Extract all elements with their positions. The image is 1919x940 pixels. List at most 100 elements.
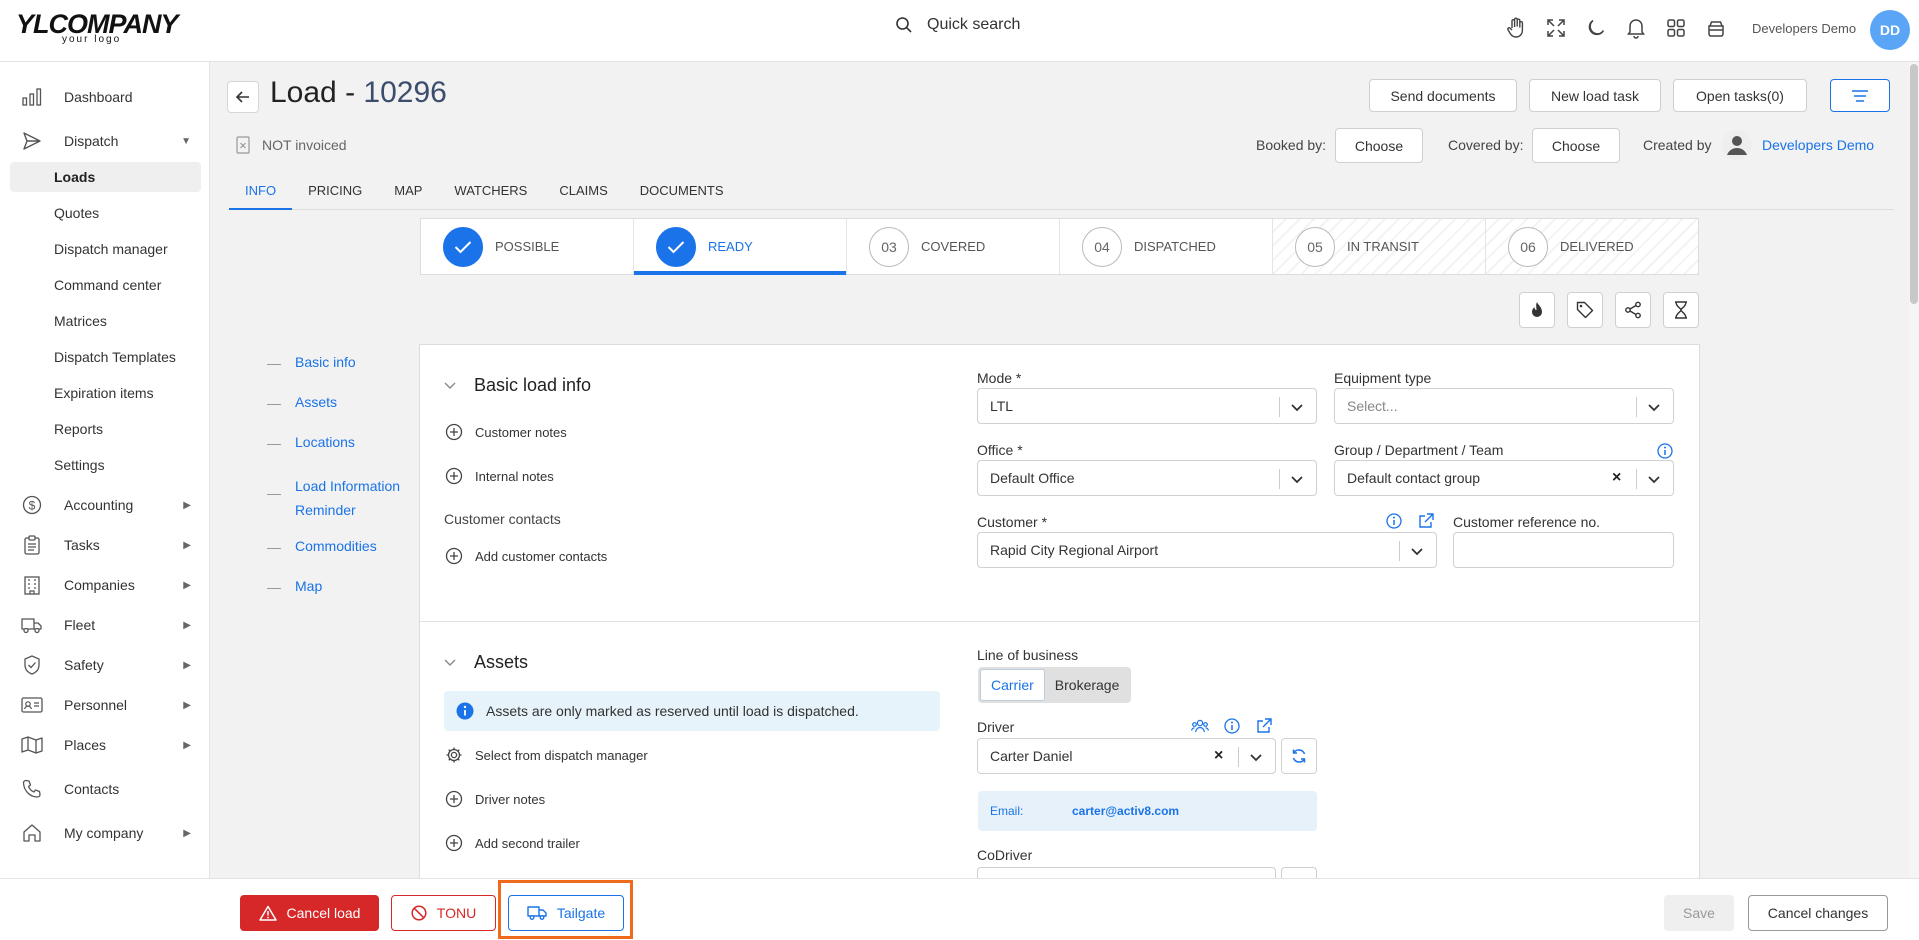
- history-button[interactable]: [1663, 292, 1699, 328]
- sidebar-item-contacts[interactable]: Contacts: [10, 774, 201, 804]
- lob-carrier-option[interactable]: Carrier: [980, 669, 1045, 701]
- info-icon[interactable]: [1384, 511, 1404, 531]
- tab-map[interactable]: MAP: [378, 180, 438, 210]
- booked-by-choose-button[interactable]: Choose: [1335, 128, 1423, 163]
- sidebar-sub-dispatch-templates[interactable]: Dispatch Templates: [10, 342, 201, 372]
- send-documents-button[interactable]: Send documents: [1369, 79, 1517, 112]
- add-internal-notes-button[interactable]: Internal notes: [445, 467, 554, 485]
- equipment-type-select[interactable]: Select...: [1334, 388, 1674, 424]
- customer-select[interactable]: Rapid City Regional Airport: [977, 532, 1437, 568]
- anchor-locations[interactable]: Locations: [267, 434, 355, 450]
- sidebar-sub-loads[interactable]: Loads: [10, 162, 201, 192]
- sidebar-item-my-company[interactable]: My company ▶: [10, 818, 201, 848]
- group-select[interactable]: Default contact group ×: [1334, 460, 1674, 496]
- driver-select[interactable]: Carter Daniel ×: [977, 738, 1276, 774]
- select-from-dispatch-manager-button[interactable]: Select from dispatch manager: [445, 746, 648, 764]
- info-icon[interactable]: [1655, 441, 1675, 461]
- step-dispatched[interactable]: 04 DISPATCHED: [1060, 219, 1273, 274]
- external-link-icon[interactable]: [1416, 511, 1436, 531]
- anchor-basic-info[interactable]: Basic info: [267, 354, 356, 370]
- link-label: Driver notes: [475, 791, 546, 807]
- sidebar-sub-matrices[interactable]: Matrices: [10, 306, 201, 336]
- open-tasks-button[interactable]: Open tasks(0): [1673, 79, 1807, 112]
- sidebar-item-tasks[interactable]: Tasks ▶: [10, 530, 201, 560]
- tag-button[interactable]: [1567, 292, 1603, 328]
- created-by-name[interactable]: Developers Demo: [1762, 137, 1874, 153]
- scrollbar-thumb[interactable]: [1910, 64, 1918, 304]
- customer-reference-input[interactable]: [1453, 532, 1674, 568]
- anchor-commodities[interactable]: Commodities: [267, 538, 377, 554]
- cancel-changes-button[interactable]: Cancel changes: [1748, 895, 1888, 931]
- fullscreen-icon[interactable]: [1545, 16, 1567, 40]
- cancel-load-button[interactable]: Cancel load: [240, 895, 379, 931]
- covered-by-choose-button[interactable]: Choose: [1532, 128, 1620, 163]
- add-customer-notes-button[interactable]: Customer notes: [445, 423, 567, 441]
- users-group-icon[interactable]: [1190, 716, 1210, 736]
- header-user-name[interactable]: Developers Demo: [1752, 21, 1856, 36]
- codriver-select[interactable]: [977, 867, 1276, 878]
- email-value[interactable]: carter@activ8.com: [1072, 804, 1179, 818]
- sidebar-item-safety[interactable]: Safety ▶: [10, 650, 201, 680]
- tab-info[interactable]: INFO: [229, 180, 293, 210]
- external-link-icon[interactable]: [1254, 716, 1274, 736]
- save-button[interactable]: Save: [1664, 895, 1734, 931]
- refresh-driver-button[interactable]: [1281, 738, 1317, 774]
- lob-brokerage-option[interactable]: Brokerage: [1045, 669, 1130, 701]
- button-label: TONU: [436, 905, 477, 921]
- basic-info-section-header[interactable]: Basic load info: [444, 375, 591, 396]
- tab-watchers[interactable]: WATCHERS: [438, 180, 543, 210]
- add-second-trailer-button[interactable]: Add second trailer: [445, 834, 580, 852]
- bell-icon[interactable]: [1625, 16, 1647, 40]
- sidebar-item-companies[interactable]: Companies ▶: [10, 570, 201, 600]
- sidebar-sub-expiration-items[interactable]: Expiration items: [10, 378, 201, 408]
- step-covered[interactable]: 03 COVERED: [847, 219, 1060, 274]
- company-logo[interactable]: YLCOMPANY your logo: [16, 10, 179, 50]
- office-select[interactable]: Default Office: [977, 460, 1317, 496]
- sidebar-item-dashboard[interactable]: Dashboard: [10, 82, 201, 112]
- anchor-map[interactable]: Map: [267, 578, 322, 594]
- share-button[interactable]: [1615, 292, 1651, 328]
- sidebar-item-places[interactable]: Places ▶: [10, 730, 201, 760]
- sidebar-sub-reports[interactable]: Reports: [10, 414, 201, 444]
- chevron-right-icon: ▶: [183, 539, 191, 551]
- archive-icon[interactable]: [1705, 16, 1727, 40]
- sidebar-item-personnel[interactable]: Personnel ▶: [10, 690, 201, 720]
- apps-grid-icon[interactable]: [1665, 16, 1687, 40]
- tab-documents[interactable]: DOCUMENTS: [624, 180, 740, 210]
- menu-button[interactable]: [1830, 79, 1890, 112]
- mode-select[interactable]: LTL: [977, 388, 1317, 424]
- clear-icon[interactable]: ×: [1612, 469, 1621, 487]
- anchor-assets[interactable]: Assets: [267, 394, 337, 410]
- info-icon[interactable]: [1222, 716, 1242, 736]
- sidebar-item-accounting[interactable]: $ Accounting ▶: [10, 490, 201, 520]
- step-ready[interactable]: READY: [634, 219, 847, 275]
- tab-claims[interactable]: CLAIMS: [543, 180, 623, 210]
- hot-load-button[interactable]: [1519, 292, 1555, 328]
- refresh-codriver-button[interactable]: [1281, 867, 1317, 878]
- tag-icon: [1576, 301, 1594, 319]
- tonu-button[interactable]: TONU: [391, 895, 496, 931]
- link-label: Add customer contacts: [475, 548, 608, 564]
- anchor-load-information-reminder[interactable]: Load Information Reminder: [267, 474, 415, 522]
- page-scrollbar[interactable]: [1909, 62, 1919, 878]
- clear-icon[interactable]: ×: [1214, 747, 1223, 765]
- assets-section-header[interactable]: Assets: [444, 652, 528, 673]
- tab-pricing[interactable]: PRICING: [292, 180, 378, 210]
- back-button[interactable]: [227, 81, 259, 113]
- new-load-task-button[interactable]: New load task: [1529, 79, 1661, 112]
- booked-by-label: Booked by:: [1256, 137, 1327, 153]
- sidebar-sub-settings[interactable]: Settings: [10, 450, 201, 480]
- user-avatar[interactable]: DD: [1870, 10, 1910, 50]
- sidebar-sub-quotes[interactable]: Quotes: [10, 198, 201, 228]
- moon-icon[interactable]: [1585, 16, 1607, 40]
- step-possible[interactable]: POSSIBLE: [421, 219, 634, 274]
- add-customer-contacts-button[interactable]: Add customer contacts: [445, 547, 607, 565]
- add-driver-notes-button[interactable]: Driver notes: [445, 790, 545, 808]
- sidebar-sub-command-center[interactable]: Command center: [10, 270, 201, 300]
- sidebar-item-dispatch[interactable]: Dispatch ▼: [10, 126, 201, 156]
- sidebar-item-fleet[interactable]: Fleet ▶: [10, 610, 201, 640]
- dollar-icon: $: [20, 495, 44, 515]
- hand-icon[interactable]: [1505, 16, 1527, 40]
- sidebar-sub-dispatch-manager[interactable]: Dispatch manager: [10, 234, 201, 264]
- quick-search[interactable]: Quick search: [895, 16, 1020, 34]
